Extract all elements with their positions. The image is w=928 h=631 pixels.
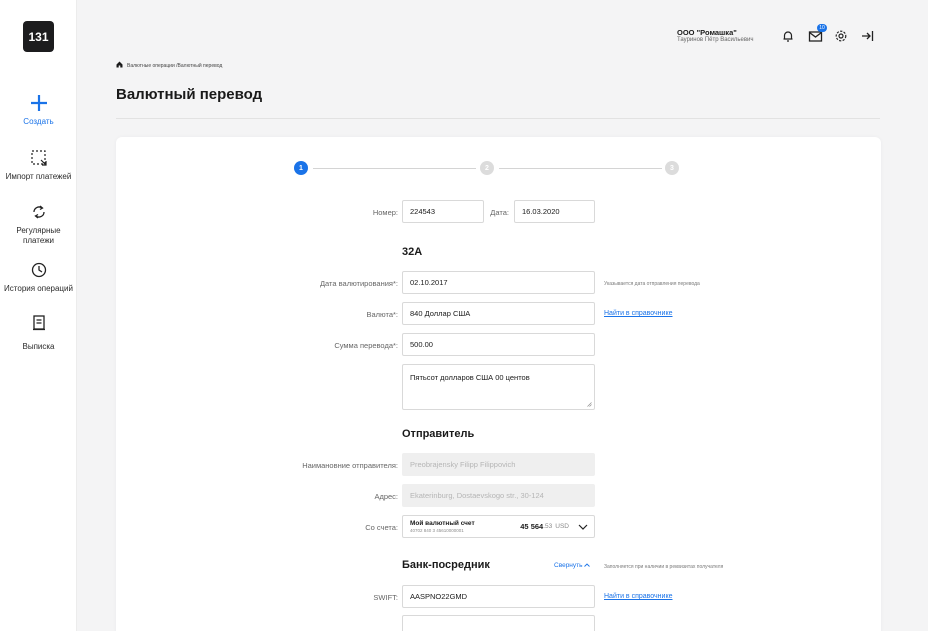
user-name: Тауринов Пётр Васильевич: [677, 37, 754, 43]
swift-lookup-link[interactable]: Найти в справочнике: [604, 593, 673, 600]
header-divider: [116, 118, 880, 119]
sidebar-item-import[interactable]: Импорт платежей: [0, 147, 77, 182]
sidebar: 131 Создать Импорт платежей Регулярные п…: [0, 0, 77, 631]
sidebar-item-label: Выписка: [22, 342, 55, 351]
swift-field[interactable]: AASPNO22GMD: [402, 585, 595, 608]
breadcrumb: Валютные операции /Валютный перевод: [116, 61, 222, 70]
home-icon[interactable]: [116, 61, 123, 70]
step-3[interactable]: 3: [665, 161, 679, 175]
account-name: Мой валютный счет: [410, 520, 475, 527]
gear-icon[interactable]: [832, 27, 850, 45]
balance-currency: USD: [555, 523, 569, 530]
currency-lookup-link[interactable]: Найти в справочнике: [604, 310, 673, 317]
step-connector: [499, 168, 662, 169]
number-label: Номер:: [372, 208, 398, 217]
breadcrumb-text[interactable]: Валютные операции /Валютный перевод: [127, 63, 222, 69]
import-icon: [30, 147, 48, 169]
step-1[interactable]: 1: [294, 161, 308, 175]
collapse-label: Свернуть: [554, 562, 583, 569]
value-date-hint: Указывается дата отправления перевода: [604, 281, 700, 287]
section-title-bank: Банк-посредник: [402, 559, 490, 571]
value-date-field[interactable]: 02.10.2017: [402, 271, 595, 294]
sidebar-item-statement[interactable]: Выписка: [0, 312, 77, 352]
address-field: Ekaterinburg, Dostaevskogo str., 30-124: [402, 484, 595, 507]
chevron-up-icon: [584, 562, 591, 569]
balance-cents: .53: [543, 523, 553, 530]
amount-words-textarea[interactable]: Пятьсот долларов США 00 центов: [402, 364, 595, 410]
account-label: Со счета:: [365, 523, 398, 532]
sidebar-item-label: Создать: [23, 117, 54, 126]
amount-field[interactable]: 500.00: [402, 333, 595, 356]
sidebar-item-label: История операций: [4, 284, 73, 293]
mail-icon[interactable]: 10: [806, 24, 827, 45]
date-field[interactable]: 16.03.2020: [514, 200, 595, 223]
account-select[interactable]: Мой валютный счет 40702 840 3 4561000000…: [402, 515, 595, 538]
clock-icon: [30, 259, 48, 281]
section-title-sender: Отправитель: [402, 428, 475, 440]
bank-name-field[interactable]: [402, 615, 595, 631]
page-title: Валютный перевод: [116, 86, 263, 103]
resize-handle-icon[interactable]: [587, 402, 592, 407]
address-label: Адрес:: [374, 492, 398, 501]
amount-words-text: Пятьсот долларов США 00 центов: [410, 373, 530, 382]
balance-main: 45 564: [520, 522, 544, 531]
sender-name-label: Наимановние отправителя:: [302, 461, 398, 470]
account-number: 40702 840 3 45610000001: [410, 528, 464, 533]
amount-label: Сумма перевода*:: [334, 341, 398, 350]
number-field[interactable]: 224543: [402, 200, 484, 223]
mail-badge: 10: [817, 24, 827, 32]
bell-icon[interactable]: [779, 27, 797, 45]
collapse-button[interactable]: Свернуть: [554, 562, 591, 569]
chevron-down-icon[interactable]: [578, 524, 588, 530]
swift-label: SWIFT:: [373, 593, 398, 602]
sidebar-item-history[interactable]: История операций: [0, 259, 77, 294]
date-label: Дата:: [490, 208, 509, 217]
repeat-icon: [30, 201, 48, 223]
currency-field[interactable]: 840 Доллар США: [402, 302, 595, 325]
logo[interactable]: 131: [23, 21, 54, 52]
sidebar-item-create[interactable]: Создать: [0, 92, 77, 127]
sidebar-item-label: Импорт платежей: [5, 172, 72, 181]
sidebar-item-label: Регулярные платежи: [16, 226, 61, 245]
step-connector: [313, 168, 476, 169]
plus-icon: [30, 92, 48, 114]
logout-icon[interactable]: [858, 27, 876, 45]
company-name[interactable]: ООО "Ромашка": [677, 28, 737, 37]
sender-name-field: Preobrajensky Filipp Filippovich: [402, 453, 595, 476]
section-title-32a: 32A: [402, 246, 423, 258]
sidebar-item-recurring[interactable]: Регулярные платежи: [0, 201, 77, 246]
bank-hint: Заполняется при наличии в реквизитах пол…: [604, 564, 724, 570]
value-date-label: Дата валютирования*:: [319, 279, 398, 288]
currency-label: Валюта*:: [366, 310, 398, 319]
step-2[interactable]: 2: [480, 161, 494, 175]
document-icon: [30, 312, 48, 334]
